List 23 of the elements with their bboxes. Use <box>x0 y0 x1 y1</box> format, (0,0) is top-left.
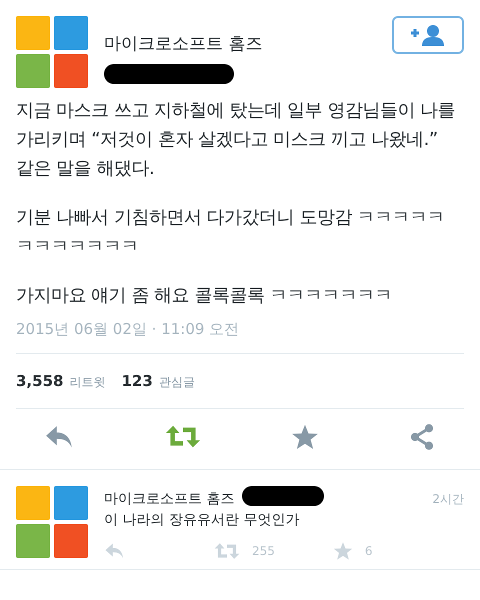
like-count: 6 <box>364 543 373 560</box>
logo-icon <box>16 16 88 88</box>
follow-button[interactable] <box>392 16 464 54</box>
reply-text: 이 나라의 장유유서란 무엇인가 <box>104 511 300 529</box>
stat-count: 123 <box>121 370 153 392</box>
tweet-text: 지금 마스크 쓰고 지하철에 탔는데 일부 영감님들이 나를 가리키며 “저것이 혼자 살겠다고 미스크 끼고 나왔네.” 같은 말을 해댔다. <box>16 99 456 181</box>
reply-author: 마이크로소프트 홈즈 <box>104 490 234 508</box>
add-user-icon <box>410 24 446 46</box>
reply-icon[interactable] <box>104 542 126 560</box>
stat-label: 관심글 <box>158 374 195 390</box>
timestamp: 2015년 06월 02일 · 11:09 오전 <box>16 319 240 340</box>
logo-icon <box>16 486 88 558</box>
retweet-icon[interactable] <box>214 542 240 560</box>
tweet-text: 기분 나빠서 기침하면서 다가갔더니 도망감 ㅋㅋㅋㅋㅋㅋㅋㅋㅋㅋㅋㅋ <box>16 206 446 259</box>
reply-time: 2시간 <box>432 490 464 508</box>
star-icon[interactable] <box>332 541 353 561</box>
author-name: 마이크로소프트 홈즈 <box>104 33 262 56</box>
retweet-icon[interactable] <box>165 424 202 450</box>
tweet-text: 가지마요 얘기 좀 해요 콜록콜록 ㅋㅋㅋㅋㅋㅋㅋ <box>16 284 394 308</box>
stat-count: 3,558 <box>16 370 64 392</box>
stat-label: 리트윗 <box>69 374 106 390</box>
star-icon[interactable] <box>290 423 319 451</box>
retweet-count: 255 <box>252 543 275 560</box>
